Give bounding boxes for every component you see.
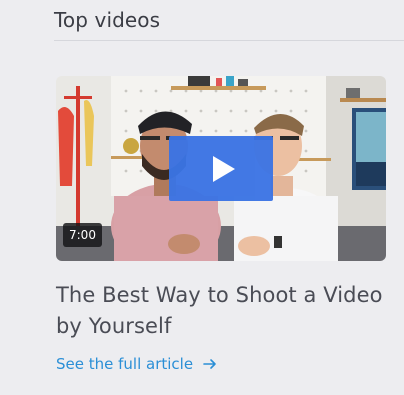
play-icon (213, 155, 235, 182)
duration-badge: 7:00 (63, 223, 102, 247)
see-full-article-link[interactable]: See the full article (56, 355, 217, 373)
video-card[interactable]: 7:00 (56, 76, 386, 261)
article-link-label: See the full article (56, 355, 194, 373)
play-button[interactable] (169, 136, 273, 201)
video-title[interactable]: The Best Way to Shoot a Video by Yoursel… (56, 280, 396, 342)
arrow-right-icon (203, 359, 216, 369)
section-title: Top videos (54, 8, 161, 32)
section-divider (54, 40, 404, 41)
